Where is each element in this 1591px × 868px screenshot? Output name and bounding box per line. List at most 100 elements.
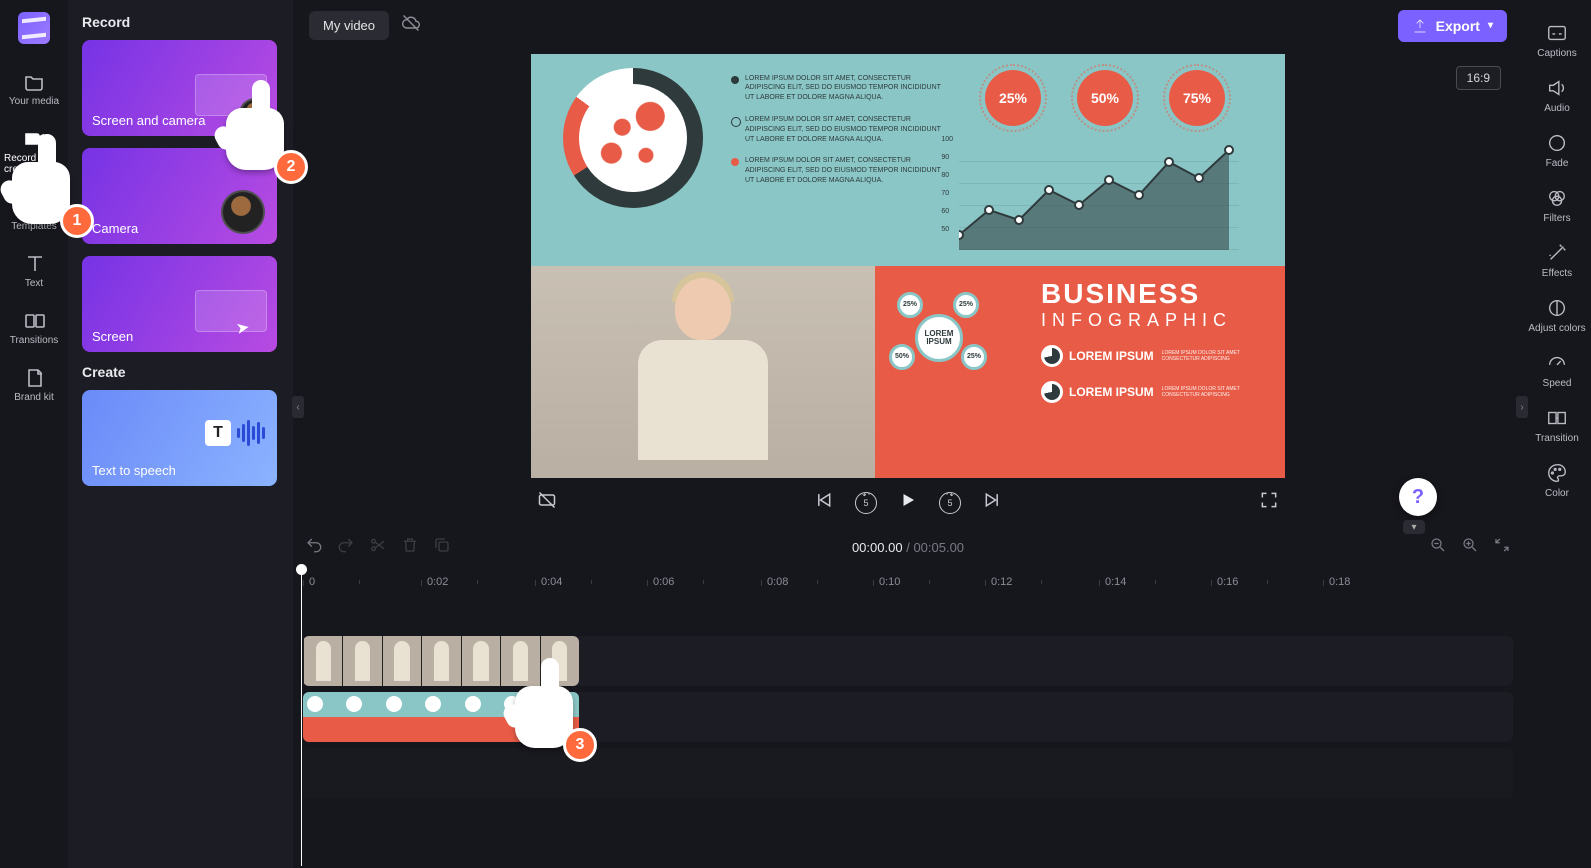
speed-icon bbox=[1546, 352, 1568, 374]
chevron-down-icon: ▾ bbox=[1488, 20, 1493, 31]
nav-label: Transitions bbox=[10, 335, 59, 346]
chart-yaxis: 1009080706050 bbox=[941, 136, 953, 233]
callout-badge: 3 bbox=[563, 728, 597, 762]
export-label: Export bbox=[1436, 18, 1480, 34]
ruler-tick: 0:14 bbox=[1105, 576, 1126, 588]
zoom-out-button[interactable] bbox=[1429, 536, 1447, 559]
expand-down-button[interactable]: ▾ bbox=[1403, 520, 1425, 534]
help-button[interactable]: ? bbox=[1399, 478, 1437, 516]
preview-upper: LOREM IPSUM DOLOR SIT AMET, CONSECTETUR … bbox=[531, 54, 1285, 266]
section-title-create: Create bbox=[82, 364, 283, 380]
section-title-record: Record bbox=[82, 14, 283, 30]
card-label: Screen and camera bbox=[92, 113, 205, 128]
next-frame-button[interactable] bbox=[983, 490, 1003, 515]
filters-icon bbox=[1546, 187, 1568, 209]
track-row[interactable] bbox=[303, 748, 1513, 798]
export-button[interactable]: Export ▾ bbox=[1398, 10, 1507, 42]
preview-text-block: LOREM IPSUM DOLOR SIT AMET, CONSECTETUR … bbox=[731, 74, 951, 198]
track-row[interactable] bbox=[303, 692, 1513, 742]
timecode: 00:00.00 / 00:05.00 bbox=[852, 540, 964, 555]
prop-adjust-colors[interactable]: Adjust colors bbox=[1527, 289, 1587, 342]
top-bar: My video Export ▾ bbox=[293, 0, 1523, 52]
prop-audio[interactable]: Audio bbox=[1527, 69, 1587, 122]
transitions-icon bbox=[23, 309, 45, 331]
nav-label: Brand kit bbox=[14, 392, 53, 403]
expand-panel-button[interactable]: › bbox=[1516, 396, 1528, 418]
preview-area: 16:9 LOREM IPSUM DOLOR SIT AMET, CONSECT… bbox=[293, 52, 1523, 528]
left-rail: Your media Record & create Templates Tex… bbox=[0, 0, 68, 868]
upload-icon bbox=[1412, 18, 1428, 34]
prop-transition[interactable]: Transition bbox=[1527, 399, 1587, 452]
project-title[interactable]: My video bbox=[309, 11, 389, 40]
delete-button[interactable] bbox=[401, 536, 419, 559]
skip-back-button[interactable]: ↶5 bbox=[855, 492, 877, 514]
prev-frame-button[interactable] bbox=[813, 490, 833, 515]
aspect-ratio-button[interactable]: 16:9 bbox=[1456, 66, 1501, 90]
right-rail: › Captions Audio Fade Filters Effects Ad… bbox=[1523, 0, 1591, 507]
text-icon bbox=[23, 252, 45, 274]
nav-label: Your media bbox=[9, 96, 59, 107]
tutorial-pointer-3: 3 bbox=[515, 686, 573, 748]
fullscreen-button[interactable] bbox=[1259, 490, 1279, 515]
callout-badge: 2 bbox=[274, 150, 308, 184]
callout-badge: 1 bbox=[60, 204, 94, 238]
card-screen[interactable]: ➤ Screen bbox=[82, 256, 277, 352]
prop-filters[interactable]: Filters bbox=[1527, 179, 1587, 232]
ruler-tick: 0:18 bbox=[1329, 576, 1350, 588]
ruler-tick: 0:12 bbox=[991, 576, 1012, 588]
undo-button[interactable] bbox=[305, 536, 323, 559]
percent-badge: 75% bbox=[1169, 70, 1225, 126]
prop-speed[interactable]: Speed bbox=[1527, 344, 1587, 397]
timeline-tracks bbox=[301, 636, 1523, 798]
split-button[interactable] bbox=[369, 536, 387, 559]
nav-label: Text bbox=[25, 278, 43, 289]
card-label: Screen bbox=[92, 329, 133, 344]
redo-button[interactable] bbox=[337, 536, 355, 559]
video-clip[interactable] bbox=[303, 636, 579, 686]
cloud-off-icon[interactable] bbox=[401, 13, 421, 38]
ruler-tick: 0:10 bbox=[879, 576, 900, 588]
folder-icon bbox=[23, 70, 45, 92]
nav-brand-kit[interactable]: Brand kit bbox=[4, 358, 64, 411]
ruler-tick: 0:04 bbox=[541, 576, 562, 588]
captions-icon bbox=[1546, 22, 1568, 44]
timeline[interactable]: 00:020:040:060:080:100:120:140:160:18 3 bbox=[293, 568, 1523, 868]
effects-icon bbox=[1546, 242, 1568, 264]
tutorial-pointer-1: 1 bbox=[12, 162, 70, 224]
preview-person bbox=[531, 266, 875, 478]
preview-stage[interactable]: LOREM IPSUM DOLOR SIT AMET, CONSECTETUR … bbox=[531, 54, 1285, 478]
timeline-ruler[interactable]: 00:020:040:060:080:100:120:140:160:18 bbox=[301, 568, 1523, 596]
preview-subtitle: INFOGRAPHIC bbox=[1041, 310, 1269, 331]
prop-captions[interactable]: Captions bbox=[1527, 14, 1587, 67]
area-chart-icon bbox=[959, 140, 1239, 250]
prop-color[interactable]: Color bbox=[1527, 454, 1587, 507]
prop-fade[interactable]: Fade bbox=[1527, 124, 1587, 177]
nav-text[interactable]: Text bbox=[4, 244, 64, 297]
ruler-tick: 0:06 bbox=[653, 576, 674, 588]
transition-icon bbox=[1546, 407, 1568, 429]
play-button[interactable] bbox=[899, 491, 917, 514]
card-text-to-speech[interactable]: T Text to speech bbox=[82, 390, 277, 486]
donut-chart-icon bbox=[563, 68, 703, 208]
main-area: My video Export ▾ 16:9 LOREM IPSUM DOLOR… bbox=[293, 0, 1523, 868]
nav-transitions[interactable]: Transitions bbox=[4, 301, 64, 354]
card-label: Text to speech bbox=[92, 463, 176, 478]
prop-effects[interactable]: Effects bbox=[1527, 234, 1587, 287]
zoom-in-button[interactable] bbox=[1461, 536, 1479, 559]
duplicate-button[interactable] bbox=[433, 536, 451, 559]
ruler-tick: 0 bbox=[309, 576, 315, 588]
skip-forward-button[interactable]: ↷5 bbox=[939, 492, 961, 514]
collapse-panel-button[interactable]: ‹ bbox=[292, 396, 304, 418]
fit-timeline-button[interactable] bbox=[1493, 536, 1511, 559]
nav-your-media[interactable]: Your media bbox=[4, 62, 64, 115]
window-thumb-icon bbox=[195, 290, 267, 332]
tts-thumb-icon: T bbox=[205, 420, 265, 446]
ruler-tick: 0:08 bbox=[767, 576, 788, 588]
safe-zone-toggle[interactable] bbox=[537, 490, 557, 515]
preview-infographic-panel: LOREM IPSUM 25% 25% 50% 25% BUSINESS INF… bbox=[875, 266, 1285, 478]
fade-icon bbox=[1546, 132, 1568, 154]
percent-badge: 50% bbox=[1077, 70, 1133, 126]
color-palette-icon bbox=[1546, 462, 1568, 484]
track-row[interactable] bbox=[303, 636, 1513, 686]
transport-controls: ↶5 ↷5 bbox=[531, 478, 1285, 528]
